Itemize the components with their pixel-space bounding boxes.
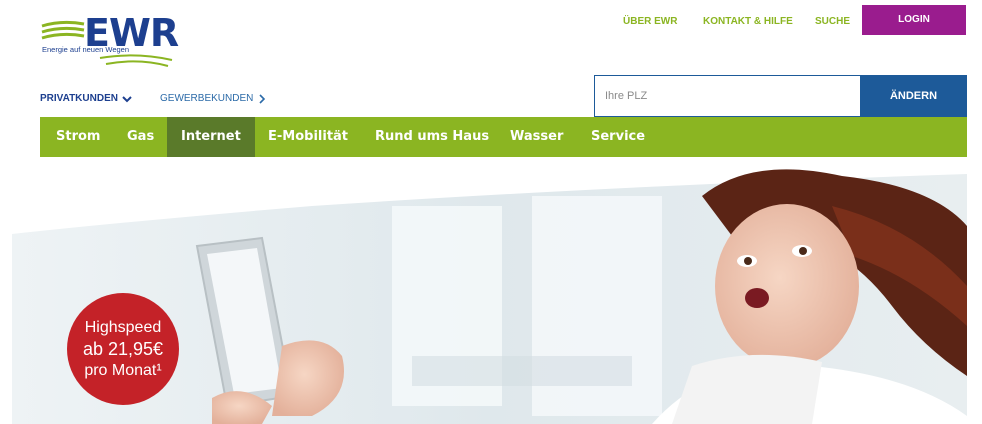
chevron-right-icon	[259, 93, 266, 104]
plz-change-button[interactable]: ÄNDERN	[860, 75, 967, 117]
customer-business-link[interactable]: GEWERBEKUNDEN	[160, 93, 267, 104]
customer-private-label: PRIVATKUNDEN	[40, 93, 118, 104]
ewr-logo[interactable]: EWR Energie auf neuen Wegen	[40, 8, 180, 70]
nav-item-rund-ums-haus[interactable]: Rund ums Haus	[361, 117, 503, 157]
nav-item-service[interactable]: Service	[577, 117, 659, 157]
top-link-search[interactable]: SUCHE	[815, 15, 850, 29]
plz-input[interactable]	[594, 75, 860, 117]
top-link-about[interactable]: ÜBER EWR	[623, 15, 677, 29]
badge-line-highspeed: Highspeed	[84, 319, 162, 336]
top-link-contact[interactable]: KONTAKT & HILFE	[703, 15, 793, 29]
nav-item-wasser[interactable]: Wasser	[496, 117, 577, 157]
login-button[interactable]: LOGIN	[862, 5, 966, 35]
logo-tagline: Energie auf neuen Wegen	[42, 45, 130, 54]
nav-item-gas[interactable]: Gas	[113, 117, 168, 157]
customer-private-dropdown[interactable]: PRIVATKUNDEN	[40, 93, 132, 104]
chevron-down-icon	[122, 95, 132, 102]
nav-item-strom[interactable]: Strom	[42, 117, 114, 157]
badge-line-period: pro Monat¹	[84, 362, 162, 379]
badge-line-price: ab 21,95€	[82, 339, 164, 359]
main-navigation: Strom Gas Internet E-Mobilität Rund ums …	[40, 117, 967, 157]
nav-item-e-mobilitaet[interactable]: E-Mobilität	[254, 117, 362, 157]
price-badge[interactable]: Highspeed ab 21,95€ pro Monat¹	[67, 293, 179, 405]
customer-business-label: GEWERBEKUNDEN	[160, 93, 254, 104]
nav-item-internet[interactable]: Internet	[167, 117, 255, 157]
